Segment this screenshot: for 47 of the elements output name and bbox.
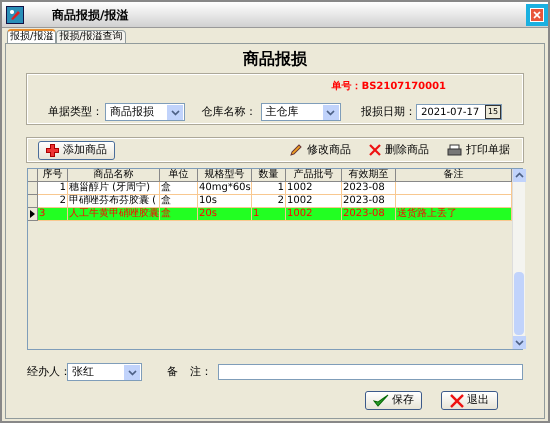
row-pointer-icon [30,210,35,218]
toolbar-button[interactable]: 修改商品 [287,140,353,160]
calendar-button[interactable]: 15 [484,105,501,119]
field-label: 经办人： [27,364,67,380]
window-title: 商品报损/报溢 [52,6,128,24]
handler-dropdown[interactable]: 张红 [67,363,142,381]
date-field[interactable]: 2021-07-17 15 [416,104,502,120]
type-dropdown[interactable]: 商品报损 [105,103,186,121]
exit-button[interactable]: 退出 [441,391,498,410]
tab[interactable]: 报损/报溢查询 [56,30,126,43]
table-cell: 2023-08 [342,208,396,221]
printer-icon [447,144,462,156]
checkmark-icon [373,394,389,408]
scrollbar[interactable] [512,169,525,349]
save-button[interactable]: 保存 [365,391,422,410]
scroll-down-icon[interactable] [513,336,526,349]
toolbar-button[interactable]: 添加商品 [38,140,115,160]
table-cell: 盒 [160,208,198,221]
app-icon [6,6,24,24]
order-number: 单号：BS2107170001 [332,80,446,93]
table-cell: 3 [38,208,68,221]
field-label: 注： [190,364,213,380]
tab[interactable]: 报损/报溢 [7,29,56,43]
field-label: 报损日期： [360,104,416,120]
toolbar-button[interactable]: 删除商品 [367,140,431,160]
cross-icon [450,394,464,408]
warehouse-dropdown[interactable]: 主仓库 [260,103,341,121]
close-button[interactable] [530,8,544,22]
caret-icon [322,104,339,120]
table-cell: 送货路上丢了 [396,208,512,221]
remark-field[interactable] [218,364,523,380]
scroll-thumb[interactable] [514,272,524,335]
table-cell: 1 [252,208,286,221]
field-label: 备 [167,364,179,380]
caret-icon [124,364,140,380]
pencil-icon [289,143,303,157]
table-cell: 1002 [286,208,342,221]
caret-icon [167,104,184,120]
toolbar-button[interactable]: 打印单据 [445,140,512,160]
cross-icon [369,144,381,156]
table-cell: 20s [198,208,252,221]
field-label: 单据类型： [48,104,104,120]
close-icon [533,10,541,18]
plus-icon [46,144,59,156]
field-label: 仓库名称： [201,104,258,120]
scroll-up-icon[interactable] [513,169,526,182]
page-heading: 商品报损 [242,48,308,70]
